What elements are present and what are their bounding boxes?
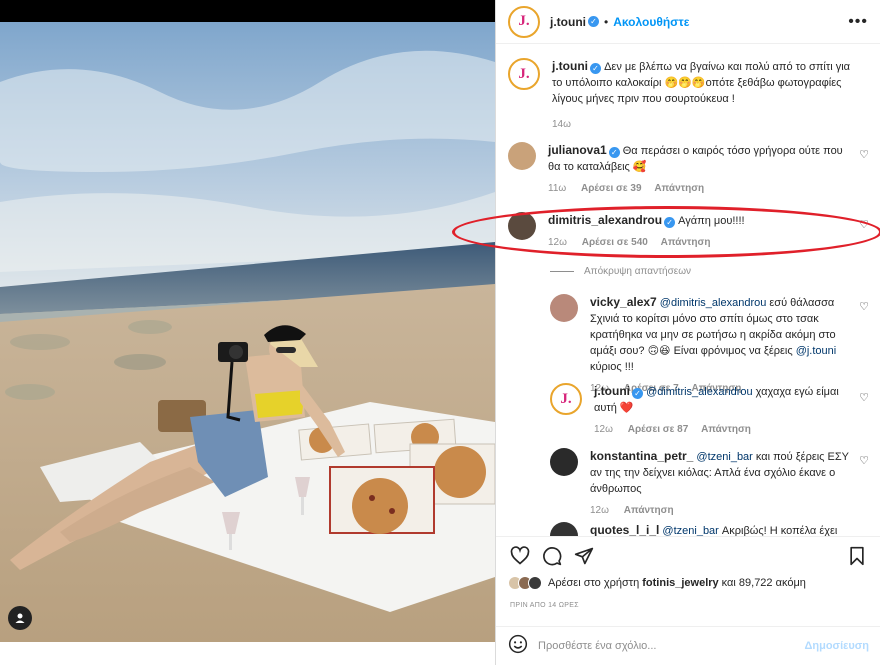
- author-username[interactable]: j.touni: [550, 15, 586, 29]
- reply-text: κύριος !!!: [590, 361, 634, 373]
- liker-avatars[interactable]: [508, 576, 542, 590]
- reply-button[interactable]: Απάντηση: [624, 505, 674, 516]
- photo-bottom-strip: [0, 642, 495, 665]
- commenter-avatar[interactable]: [508, 142, 536, 170]
- reply-time: 12ω: [594, 424, 613, 435]
- divider-line: [550, 271, 574, 272]
- verified-icon: ✓: [590, 63, 601, 74]
- mention-link[interactable]: @dimitris_alexandrou: [660, 297, 767, 309]
- post-comment-button[interactable]: Δημοσίευση: [804, 640, 869, 652]
- heart-icon[interactable]: ♡: [859, 148, 869, 161]
- instagram-post-window: J. j.touni ✓ • Ακολουθήστε ••• J. j.toun…: [0, 0, 880, 665]
- comment-time: 11ω: [548, 183, 567, 194]
- comment-icon[interactable]: [540, 544, 564, 568]
- caption: J. j.touni ✓ Δεν με βλέπω να βγαίνω και π…: [508, 58, 869, 133]
- comment-username[interactable]: dimitris_alexandrou: [548, 213, 662, 227]
- post-time-ago[interactable]: ΠΡΙΝ ΑΠΟ 14 ΩΡΕΣ: [510, 602, 579, 609]
- reply-username[interactable]: konstantina_petr_: [590, 449, 693, 463]
- hide-replies-button[interactable]: Απόκρυψη απαντήσεων: [550, 266, 691, 277]
- caption-username[interactable]: j.touni: [552, 59, 588, 73]
- mention-link[interactable]: @dimitris_alexandrou: [646, 386, 753, 398]
- verified-icon: ✓: [632, 388, 643, 399]
- comment-username[interactable]: julianova1: [548, 143, 607, 157]
- mention-link[interactable]: @j.touni: [796, 345, 837, 357]
- likes-suffix[interactable]: και 89,722 ακόμη: [722, 577, 806, 589]
- emoji-icon[interactable]: [508, 634, 528, 659]
- commenter-avatar[interactable]: J.: [550, 383, 582, 415]
- liker-username[interactable]: fotinis_jewelry: [642, 577, 718, 589]
- mention-link[interactable]: @tzeni_bar: [696, 451, 752, 463]
- heart-icon[interactable]: ♡: [859, 218, 869, 231]
- reply-item: vicky_alex7 @dimitris_alexandrou εσύ θάλ…: [550, 294, 869, 397]
- reply-button[interactable]: Απάντηση: [701, 424, 751, 435]
- more-icon[interactable]: •••: [848, 13, 868, 31]
- reply-username[interactable]: vicky_alex7: [590, 295, 657, 309]
- verified-icon: ✓: [588, 16, 599, 27]
- liker-avatar: [528, 576, 542, 590]
- author-avatar[interactable]: J.: [508, 58, 540, 90]
- heart-icon[interactable]: [508, 544, 532, 568]
- reply-username[interactable]: j.touni: [594, 384, 630, 398]
- comment-input[interactable]: [538, 640, 805, 652]
- reply-button[interactable]: Απάντηση: [654, 183, 704, 194]
- verified-icon: ✓: [664, 217, 676, 228]
- separator-dot: •: [604, 14, 609, 29]
- reply-likes[interactable]: Αρέσει σε 87: [628, 424, 689, 435]
- post-photo[interactable]: [0, 22, 495, 642]
- heart-icon[interactable]: ♡: [859, 391, 869, 404]
- comment-time: 12ω: [548, 237, 567, 248]
- heart-icon[interactable]: ♡: [859, 454, 869, 467]
- add-comment-bar: Δημοσίευση: [496, 626, 880, 665]
- post-side-panel: J. j.touni ✓ • Ακολουθήστε ••• J. j.toun…: [495, 0, 880, 665]
- heart-icon[interactable]: ♡: [859, 300, 869, 313]
- beach-picnic-image: [0, 22, 495, 642]
- top-black-bar: [0, 0, 495, 22]
- comment-item: dimitris_alexandrou ✓ Αγάπη μου!!!! 12ω Α…: [508, 212, 869, 251]
- reply-time: 12ω: [590, 505, 609, 516]
- likes-summary: Αρέσει στο χρήστη fotinis_jewelry και 89…: [508, 576, 868, 590]
- post-header: J. j.touni ✓ • Ακολουθήστε •••: [496, 0, 880, 44]
- reply-username[interactable]: quotes_l_i_l: [590, 523, 659, 536]
- follow-button[interactable]: Ακολουθήστε: [613, 15, 689, 29]
- commenter-avatar[interactable]: [550, 294, 578, 322]
- reply-item: J. j.touni ✓ @dimitris_alexandrou χαχαχα …: [550, 383, 869, 438]
- bookmark-icon[interactable]: [845, 544, 869, 568]
- action-bar: [496, 538, 880, 574]
- comment-item: julianova1 ✓ Θα περάσει ο καιρός τόσο γρή…: [508, 142, 869, 197]
- mention-link[interactable]: @tzeni_bar: [662, 525, 718, 536]
- comment-likes[interactable]: Αρέσει σε 39: [581, 183, 642, 194]
- caption-time: 14ω: [552, 119, 571, 130]
- commenter-avatar[interactable]: [550, 448, 578, 476]
- likes-prefix: Αρέσει στο χρήστη: [548, 577, 640, 589]
- reply-item: konstantina_petr_ @tzeni_bar και πού ξέρ…: [550, 448, 869, 519]
- share-icon[interactable]: [572, 544, 596, 568]
- reply-button[interactable]: Απάντηση: [661, 237, 711, 248]
- reply-item: quotes_l_i_l @tzeni_bar Ακριβώς! Η κοπέλ…: [550, 522, 869, 536]
- comments-list[interactable]: J. j.touni ✓ Δεν με βλέπω να βγαίνω και π…: [496, 44, 880, 537]
- commenter-avatar[interactable]: [508, 212, 536, 240]
- comment-likes[interactable]: Αρέσει σε 540: [582, 237, 648, 248]
- verified-icon: ✓: [608, 147, 620, 158]
- author-avatar[interactable]: J.: [508, 5, 540, 38]
- user-tag-icon[interactable]: [8, 606, 32, 630]
- commenter-avatar[interactable]: [550, 522, 578, 536]
- comment-text: Αγάπη μου!!!!: [678, 215, 745, 227]
